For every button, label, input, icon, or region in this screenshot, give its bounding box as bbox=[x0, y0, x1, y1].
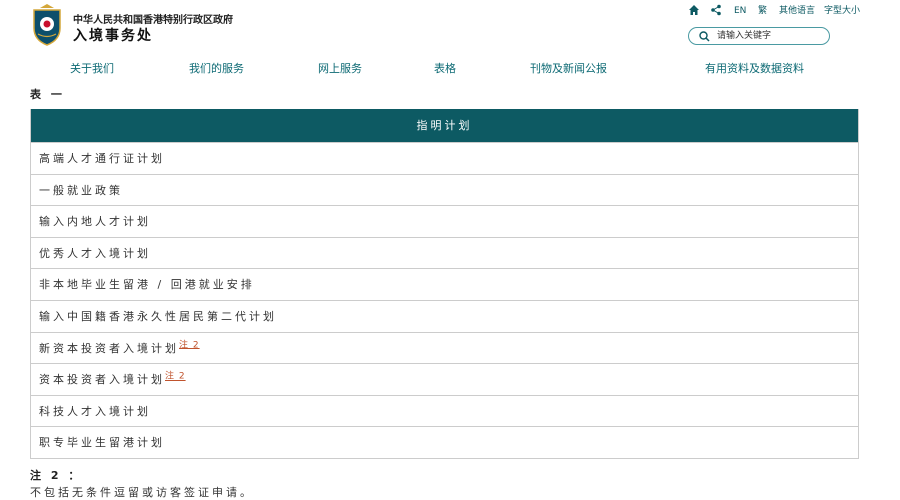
language-en-link[interactable]: EN bbox=[734, 4, 746, 18]
note-text: 不包括无条件逗留或访客签证申请。 bbox=[30, 486, 254, 499]
scheme-name: 职专毕业生留港计划 bbox=[39, 436, 165, 450]
scheme-name: 一般就业政策 bbox=[39, 183, 123, 197]
scheme-name: 资本投资者入境计划 bbox=[39, 373, 165, 387]
nav-about-us[interactable]: 关于我们 bbox=[70, 60, 114, 76]
table-row: 优秀人才入境计划 bbox=[31, 236, 858, 269]
nav-our-services[interactable]: 我们的服务 bbox=[189, 60, 244, 76]
government-name: 中华人民共和国香港特别行政区政府 bbox=[73, 15, 233, 26]
table-row: 一般就业政策 bbox=[31, 173, 858, 206]
note-title: 注 2 ： bbox=[30, 469, 83, 482]
nav-forms[interactable]: 表格 bbox=[434, 60, 456, 76]
nav-online-services[interactable]: 网上服务 bbox=[318, 60, 362, 76]
scheme-name: 输入中国籍香港永久性居民第二代计划 bbox=[39, 309, 277, 323]
home-icon[interactable] bbox=[688, 4, 700, 18]
other-languages-link[interactable]: 其他语言 bbox=[779, 4, 815, 18]
department-name[interactable]: 入境事务处 bbox=[73, 25, 153, 45]
scheme-name: 科技人才入境计划 bbox=[39, 404, 151, 418]
search-input[interactable] bbox=[717, 29, 825, 43]
font-size-link[interactable]: 字型大小 bbox=[824, 4, 860, 18]
table-row: 新资本投资者入境计划注 2 bbox=[31, 331, 858, 364]
hkid-emblem-icon[interactable] bbox=[30, 4, 64, 46]
scheme-name: 优秀人才入境计划 bbox=[39, 246, 151, 260]
note-link[interactable]: 注 2 bbox=[165, 372, 186, 382]
table-row: 职专毕业生留港计划 bbox=[31, 426, 858, 458]
table-row: 输入内地人才计划 bbox=[31, 205, 858, 237]
table-row: 高端人才通行证计划 bbox=[31, 142, 858, 174]
table-header: 指明计划 bbox=[31, 109, 858, 142]
scheme-name: 新资本投资者入境计划 bbox=[39, 341, 179, 355]
table-row: 资本投资者入境计划注 2 bbox=[31, 363, 858, 395]
note-link[interactable]: 注 2 bbox=[179, 340, 200, 350]
specified-schemes-table: 指明计划 高端人才通行证计划 一般就业政策输入内地人才计划 优秀人才入境计划非本地毕… bbox=[30, 109, 859, 459]
nav-useful-info[interactable]: 有用资料及数据资料 bbox=[705, 60, 804, 76]
nav-publications-press[interactable]: 刊物及新闻公报 bbox=[530, 60, 607, 76]
table-row: 科技人才入境计划 bbox=[31, 394, 858, 427]
search-box[interactable] bbox=[688, 27, 830, 45]
table-row: 输入中国籍香港永久性居民第二代计划 bbox=[31, 299, 858, 332]
scheme-name: 非本地毕业生留港 / 回港就业安排 bbox=[39, 278, 255, 292]
share-icon[interactable] bbox=[711, 4, 721, 18]
table-caption: 表 一 bbox=[30, 88, 65, 101]
language-traditional-link[interactable]: 繁 bbox=[758, 4, 767, 18]
scheme-name: 高端人才通行证计划 bbox=[39, 152, 165, 165]
table-row: 非本地毕业生留港 / 回港就业安排 bbox=[31, 268, 858, 300]
search-icon[interactable] bbox=[699, 31, 710, 42]
scheme-name: 输入内地人才计划 bbox=[39, 215, 151, 229]
